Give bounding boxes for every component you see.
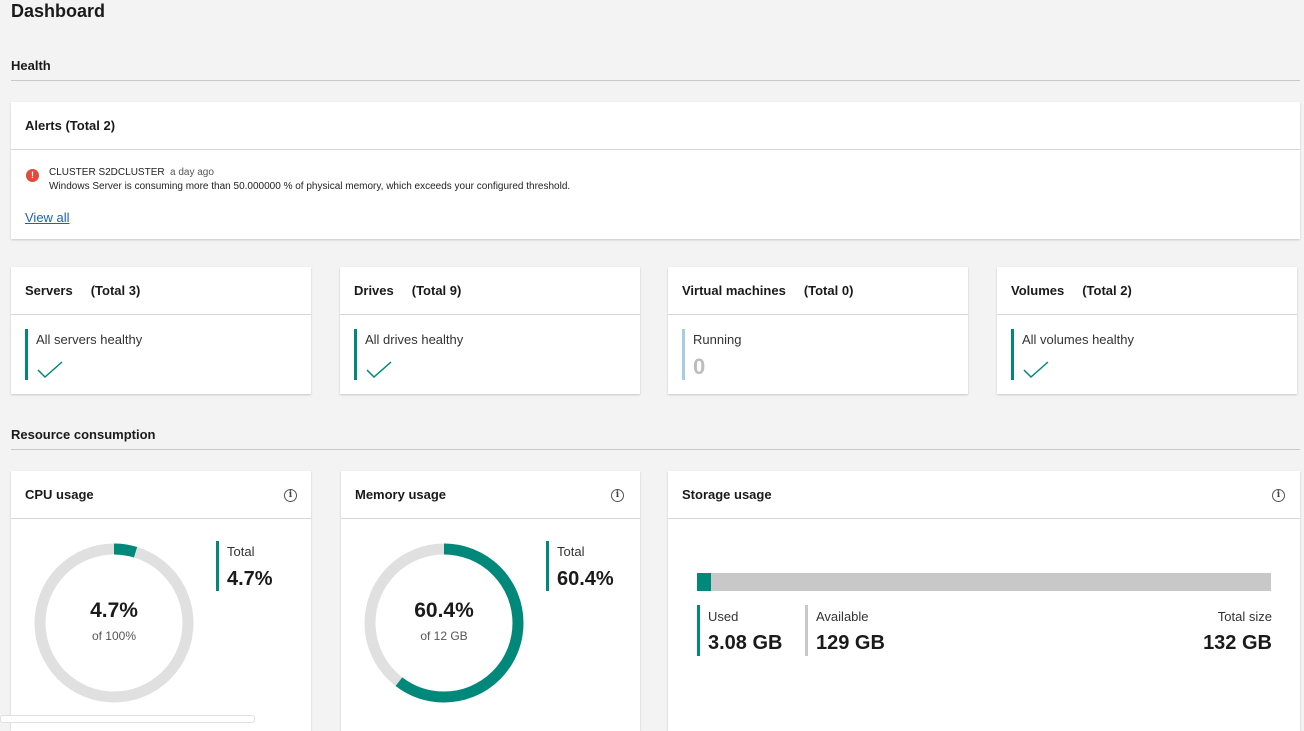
page-title: Dashboard (11, 1, 106, 21)
drives-title: Drives (354, 283, 394, 298)
bottom-panel-edge (0, 715, 255, 723)
servers-status-bar (25, 329, 28, 380)
cpu-total-value: 4.7% (227, 568, 273, 590)
check-icon (1023, 361, 1049, 379)
storage-used-label: Used (708, 609, 739, 624)
drives-card-header: Drives (Total 9) (340, 267, 640, 315)
check-icon (366, 361, 392, 379)
alerts-card: Alerts (Total 2) ! CLUSTER S2DCLUSTER a … (11, 102, 1300, 239)
drives-total: (Total 9) (411, 283, 462, 298)
storage-available-bar (805, 605, 808, 656)
memory-total-bar (546, 541, 549, 591)
volumes-status: All volumes healthy (1022, 332, 1134, 347)
resource-section-title: Resource consumption (11, 427, 156, 442)
volumes-card-header: Volumes (Total 2) (997, 267, 1297, 315)
info-icon[interactable]: i (611, 489, 624, 502)
vm-title: Virtual machines (682, 283, 786, 298)
drives-card[interactable]: Drives (Total 9) All drives healthy (340, 267, 640, 394)
storage-title: Storage usage (668, 471, 1300, 519)
alert-source[interactable]: CLUSTER S2DCLUSTER (49, 167, 165, 178)
memory-total-label: Total (557, 544, 585, 559)
memory-center-value: 60.4% (414, 599, 474, 622)
alert-time: a day ago (170, 167, 214, 178)
vm-running-count: 0 (693, 354, 706, 379)
memory-title: Memory usage (341, 471, 640, 519)
health-section-title: Health (11, 58, 51, 73)
cpu-total-label: Total (227, 544, 255, 559)
servers-total: (Total 3) (90, 283, 141, 298)
drives-status-bar (354, 329, 357, 380)
alert-message[interactable]: Windows Server is consuming more than 50… (49, 181, 570, 192)
cpu-total-bar (216, 541, 219, 591)
vm-status: Running (693, 332, 742, 347)
storage-usage-fill (697, 573, 711, 591)
cpu-card: CPU usage i 4.7% of 100% Total 4.7% (11, 471, 311, 731)
storage-card: Storage usage i Used 3.08 GB Available 1… (668, 471, 1300, 731)
vm-total: (Total 0) (803, 283, 854, 298)
servers-card[interactable]: Servers (Total 3) All servers healthy (11, 267, 311, 394)
error-icon: ! (26, 169, 39, 182)
storage-usage-bar (697, 573, 1271, 591)
storage-available-value: 129 GB (816, 632, 885, 654)
volumes-title: Volumes (1011, 283, 1065, 298)
resource-divider (11, 449, 1300, 450)
cpu-center-value: 4.7% (90, 599, 138, 622)
volumes-status-bar (1011, 329, 1014, 380)
view-all-link[interactable]: View all (25, 210, 70, 225)
memory-center-sub: of 12 GB (420, 629, 468, 643)
virtual-machines-card[interactable]: Virtual machines (Total 0) Running 0 (668, 267, 968, 394)
cpu-center-sub: of 100% (91, 629, 137, 643)
cpu-title: CPU usage (11, 471, 311, 519)
memory-donut-center: 60.4% of 12 GB (362, 541, 526, 705)
memory-total-value: 60.4% (557, 568, 614, 590)
volumes-total: (Total 2) (1082, 283, 1132, 298)
storage-total-label: Total size (1217, 609, 1272, 624)
servers-card-header: Servers (Total 3) (11, 267, 311, 315)
health-divider (11, 80, 1300, 81)
storage-available-label: Available (816, 609, 869, 624)
memory-card: Memory usage i 60.4% of 12 GB Total 60.4… (341, 471, 640, 731)
storage-used-value: 3.08 GB (708, 632, 783, 654)
cpu-donut-center: 4.7% of 100% (32, 541, 196, 705)
volumes-card[interactable]: Volumes (Total 2) All volumes healthy (997, 267, 1297, 394)
vm-card-header: Virtual machines (Total 0) (668, 267, 968, 315)
servers-status: All servers healthy (36, 332, 143, 347)
info-icon[interactable]: i (284, 489, 297, 502)
info-icon[interactable]: i (1272, 489, 1285, 502)
storage-used-bar (697, 605, 700, 656)
check-icon (37, 361, 63, 379)
vm-status-bar (682, 329, 685, 380)
servers-title: Servers (25, 283, 73, 298)
storage-total-value: 132 GB (1203, 632, 1272, 654)
drives-status: All drives healthy (365, 332, 464, 347)
alerts-title: Alerts (Total 2) (11, 102, 1300, 150)
